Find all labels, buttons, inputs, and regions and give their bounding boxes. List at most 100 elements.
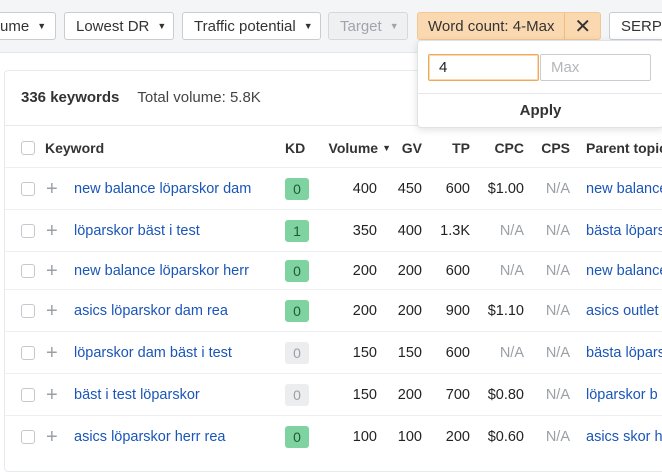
parent-topic-link[interactable]: bästa löpars [586,210,662,252]
volume-value: 200 [352,263,377,279]
row-checkbox[interactable] [21,332,35,374]
add-to-list-plus-icon[interactable]: + [46,210,58,252]
column-volume-label: Volume [328,140,379,156]
cps-value: N/A [545,429,570,445]
word-count-popover: 4 Max Apply [417,40,662,128]
kd-badge: 0 [285,342,309,364]
row-checkbox[interactable] [21,210,35,252]
gv-value: 450 [397,181,422,197]
results-summary: 336 keywords Total volume: 5.8K [21,89,261,106]
volume-value: 350 [352,223,377,239]
cps-value: N/A [545,303,570,319]
column-cps[interactable]: CPS [533,129,570,167]
cpc-value: $1.10 [487,303,524,319]
volume-value: 150 [352,345,377,361]
column-cpc[interactable]: CPC [487,129,524,167]
keyword-link[interactable]: löparskor dam bäst i test [74,332,232,374]
keywords-card: 336 keywords Total volume: 5.8K Keyword … [4,70,662,472]
kd-cell: 1 [285,210,309,252]
column-kd[interactable]: KD [285,129,305,167]
cpc-value: $0.60 [487,429,524,445]
gv-value: 150 [397,345,422,361]
gv-value: 200 [397,263,422,279]
caret-down-icon: ▼ [303,21,313,31]
cpc-value: $1.00 [487,181,524,197]
kd-badge: 0 [285,260,309,282]
min-word-count-input[interactable]: 4 [428,54,539,81]
tp-value: 600 [445,181,470,197]
cps-value: N/A [545,223,570,239]
column-keyword[interactable]: Keyword [45,129,104,167]
column-parent-topic[interactable]: Parent topic [586,129,662,167]
column-tp[interactable]: TP [445,129,470,167]
kd-cell: 0 [285,416,309,458]
lowest-dr-filter-button[interactable]: Lowest DR ▼ [64,12,174,40]
tp-value: 200 [445,429,470,445]
table-row: + bäst i test löparskor 0 150 200 700 $0.80 N/A… [5,373,662,416]
kd-cell: 0 [285,332,309,374]
gv-value: 200 [397,387,422,403]
word-count-filter-button[interactable]: Word count: 4-Max ✕ [417,12,601,40]
table-row: + new balance löparskor dam 0 400 450 600 $1.0… [5,167,662,210]
parent-topic-link[interactable]: asics outlet [586,290,659,332]
parent-topic-link[interactable]: asics skor h [586,416,662,458]
word-count-filter-label: Word count: 4-Max [428,17,555,35]
parent-topic-link[interactable]: new balance [586,252,662,290]
keywords-count: 336 keywords [21,89,120,106]
caret-down-icon: ▼ [157,21,167,31]
target-filter-label: Target [340,17,382,35]
add-to-list-plus-icon[interactable]: + [46,290,58,332]
traffic-potential-filter-button[interactable]: Traffic potential ▼ [182,12,321,40]
table-row: + new balance löparskor herr 0 200 200 600 N/A… [5,251,662,290]
keyword-link[interactable]: löparskor bäst i test [74,210,200,252]
tp-value: 700 [445,387,470,403]
gv-value: 400 [397,223,422,239]
add-to-list-plus-icon[interactable]: + [46,332,58,374]
kd-badge: 0 [285,426,309,448]
column-gv[interactable]: GV [397,129,422,167]
add-to-list-plus-icon[interactable]: + [46,252,58,290]
keyword-link[interactable]: new balance löparskor dam [74,168,251,210]
row-checkbox[interactable] [21,416,35,458]
table-row: + asics löparskor herr rea 0 100 100 200 $0.60… [5,415,662,458]
cps-value: N/A [545,345,570,361]
serp-filter-label: SERP [621,17,662,35]
kd-badge: 1 [285,220,309,242]
parent-topic-link[interactable]: bästa löpars [586,332,662,374]
tp-value: 1.3K [440,223,470,239]
add-to-list-plus-icon[interactable]: + [46,168,58,210]
add-to-list-plus-icon[interactable]: + [46,374,58,416]
add-to-list-plus-icon[interactable]: + [46,416,58,458]
keyword-link[interactable]: bäst i test löparskor [74,374,200,416]
row-checkbox[interactable] [21,252,35,290]
tp-value: 600 [445,345,470,361]
column-volume[interactable]: Volume ▼ [323,129,391,167]
row-checkbox[interactable] [21,290,35,332]
total-volume: Total volume: 5.8K [137,89,261,106]
max-word-count-input[interactable]: Max [540,54,651,81]
keyword-link[interactable]: asics löparskor dam rea [74,290,228,332]
kd-cell: 0 [285,168,309,210]
caret-down-icon: ▼ [37,21,47,31]
apply-button[interactable]: Apply [418,94,662,127]
tp-value: 600 [445,263,470,279]
row-checkbox[interactable] [21,168,35,210]
row-checkbox[interactable] [21,374,35,416]
volume-filter-label: ume [0,17,30,35]
volume-filter-button[interactable]: ume ▼ [0,12,56,40]
parent-topic-link[interactable]: löparskor b [586,374,658,416]
clear-filter-close-icon[interactable]: ✕ [564,13,600,39]
table-row: + löparskor bäst i test 1 350 400 1.3K N/A N/A b… [5,209,662,252]
table-row: + asics löparskor dam rea 0 200 200 900 $1.10 N… [5,289,662,332]
kd-cell: 0 [285,290,309,332]
lowest-dr-filter-label: Lowest DR [76,17,150,35]
serp-filter-button[interactable]: SERP [609,12,662,40]
target-filter-button[interactable]: Target ▼ [328,12,408,40]
traffic-potential-filter-label: Traffic potential [194,17,296,35]
caret-down-icon: ▼ [389,21,399,31]
parent-topic-link[interactable]: new balance [586,168,662,210]
keyword-link[interactable]: asics löparskor herr rea [74,416,226,458]
tp-value: 900 [445,303,470,319]
select-all-checkbox[interactable] [21,129,35,167]
keyword-link[interactable]: new balance löparskor herr [74,252,249,290]
